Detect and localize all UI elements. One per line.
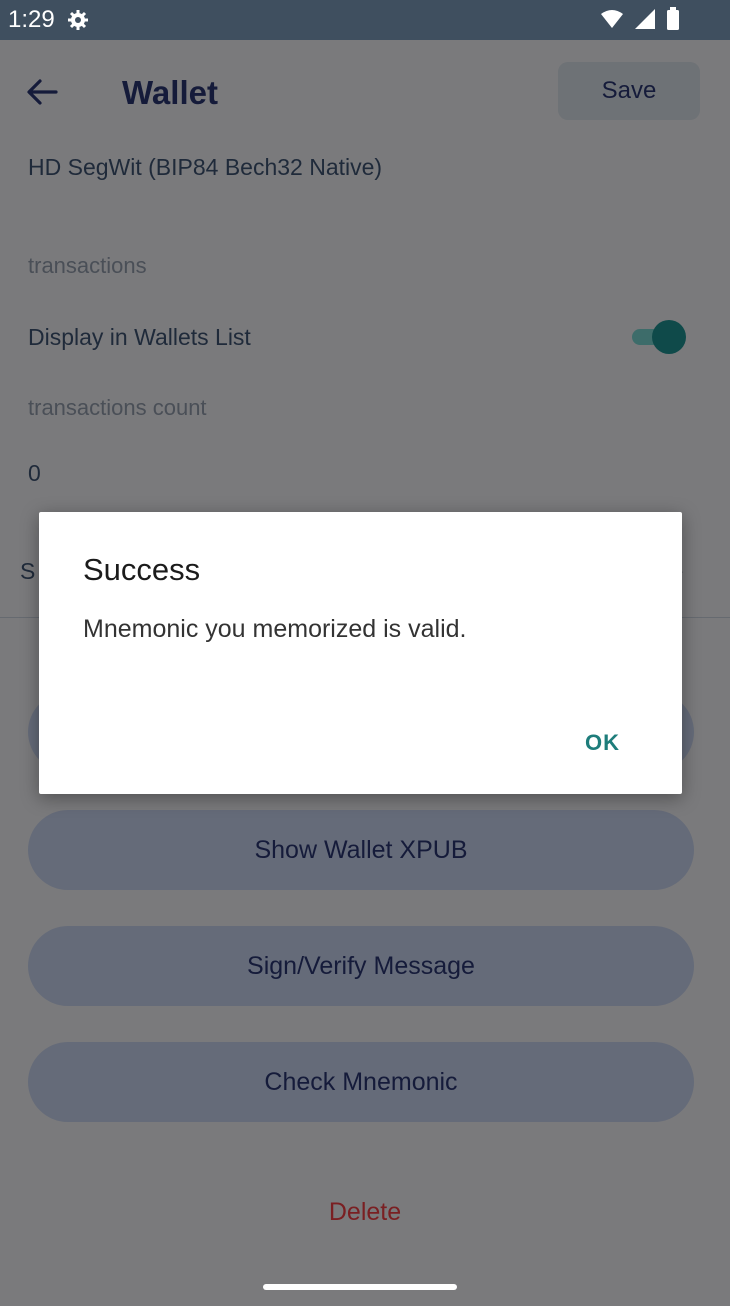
display-in-list-toggle[interactable] [630,320,688,354]
transactions-label: transactions [28,253,147,278]
tx-count-label: transactions count [28,395,207,420]
home-indicator[interactable] [263,1284,457,1290]
tx-count-value: 0 [28,460,41,486]
ok-button[interactable]: OK [585,730,620,756]
toggle-thumb [652,320,686,354]
signal-icon [635,9,655,29]
status-icons [600,7,680,31]
sign-verify-button[interactable]: Sign/Verify Message [28,926,694,1006]
hidden-row-label[interactable]: S [20,558,35,585]
show-xpub-button[interactable]: Show Wallet XPUB [28,810,694,890]
success-dialog: Success Mnemonic you memorized is valid.… [39,512,682,794]
delete-button[interactable]: Delete [0,1198,730,1227]
gear-icon [68,10,88,30]
dialog-message: Mnemonic you memorized is valid. [83,615,467,643]
status-bar: 1:29 [0,0,730,40]
save-button[interactable]: Save [558,62,700,120]
wallet-type: HD SegWit (BIP84 Bech32 Native) [28,154,383,180]
back-arrow-icon[interactable] [24,76,60,108]
display-in-list-label: Display in Wallets List [28,324,251,350]
check-mnemonic-button[interactable]: Check Mnemonic [28,1042,694,1122]
battery-icon [667,7,679,30]
page-title: Wallet [122,74,218,111]
wifi-icon [601,10,623,28]
dialog-title: Success [83,552,201,587]
status-time: 1:29 [8,6,55,33]
